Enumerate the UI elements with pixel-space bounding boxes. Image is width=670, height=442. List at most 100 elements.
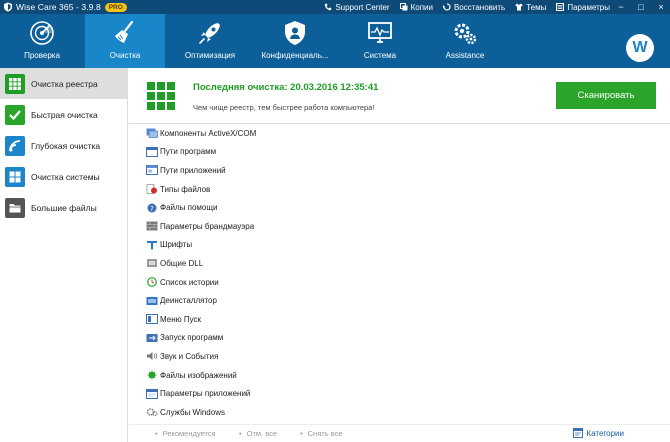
sidebar-item-label: Быстрая очистка bbox=[31, 109, 98, 120]
last-clean-text: Последняя очистка: 20.03.2016 12:35:41 bbox=[193, 82, 379, 93]
tab-privacy[interactable]: Конфиденциаль... bbox=[255, 14, 335, 68]
program-path-icon bbox=[146, 146, 158, 157]
select-none-link[interactable]: • Отм. все bbox=[239, 429, 277, 438]
recommended-link[interactable]: • Рекомендуется bbox=[155, 429, 216, 438]
start-menu-icon bbox=[146, 314, 158, 325]
list-item[interactable]: Деинсталлятор bbox=[129, 291, 670, 310]
broom-icon bbox=[115, 20, 134, 43]
dot-icon: • bbox=[300, 429, 303, 438]
copy-icon bbox=[399, 3, 408, 11]
list-item[interactable]: Общие DLL bbox=[129, 254, 670, 273]
list-item[interactable]: Параметры брандмауэра bbox=[129, 217, 670, 236]
list-item-label: Пути программ bbox=[160, 147, 217, 157]
app-path-icon bbox=[146, 165, 158, 176]
backups-link[interactable]: Копии bbox=[399, 3, 433, 12]
list-item[interactable]: Шрифты bbox=[129, 236, 670, 255]
check-icon bbox=[5, 104, 25, 125]
dll-icon bbox=[146, 258, 158, 268]
list-item-label: Файлы изображений bbox=[160, 370, 237, 380]
font-icon bbox=[146, 240, 158, 250]
tab-cleanup-label: Очистка bbox=[109, 51, 141, 60]
app-logo-icon bbox=[3, 2, 13, 12]
filetype-icon bbox=[146, 184, 158, 194]
sidebar-item-system-clean[interactable]: Очистка системы bbox=[0, 161, 127, 192]
list-item[interactable]: Запуск программ bbox=[129, 329, 670, 348]
tab-assistance[interactable]: Assistance bbox=[425, 14, 505, 68]
tab-check[interactable]: Проверка bbox=[2, 14, 82, 68]
list-item[interactable]: Пути программ bbox=[129, 143, 670, 162]
list-item[interactable]: Пути приложений bbox=[129, 161, 670, 180]
list-item-label: Файлы помощи bbox=[160, 203, 218, 213]
list-item[interactable]: Файлы изображений bbox=[129, 366, 670, 385]
maximize-button[interactable]: □ bbox=[636, 2, 646, 12]
registry-grid-icon bbox=[5, 73, 25, 94]
tab-assistance-label: Assistance bbox=[445, 51, 485, 60]
list-item-label: Шрифты bbox=[160, 240, 193, 250]
folder-icon bbox=[5, 197, 25, 218]
sidebar-item-quick-clean[interactable]: Быстрая очистка bbox=[0, 99, 127, 130]
deselect-all-label: Снять все bbox=[307, 429, 343, 438]
list-item[interactable]: Типы файлов bbox=[129, 180, 670, 199]
list-item-label: Параметры приложений bbox=[160, 389, 251, 399]
list-item-label: Звук и События bbox=[160, 351, 219, 361]
sidebar-item-deep-clean[interactable]: Глубокая очистка bbox=[0, 130, 127, 161]
activex-icon bbox=[146, 128, 158, 139]
restore-link[interactable]: Восстановить bbox=[442, 3, 505, 12]
sidebar-item-label: Очистка реестра bbox=[31, 78, 98, 89]
shirt-icon bbox=[515, 3, 523, 11]
list-item[interactable]: Службы Windows bbox=[129, 403, 670, 422]
phone-icon bbox=[325, 3, 332, 11]
categories-label: Категории bbox=[586, 428, 624, 438]
avatar[interactable]: W bbox=[626, 34, 654, 62]
sidebar-item-large-files[interactable]: Большие файлы bbox=[0, 192, 127, 223]
rocket-icon bbox=[199, 23, 220, 44]
list-item[interactable]: Звук и События bbox=[129, 347, 670, 366]
list-item-label: Компоненты ActiveX/COM bbox=[160, 128, 257, 138]
tab-cleanup[interactable]: Очистка bbox=[85, 14, 165, 68]
list-item[interactable]: ? Файлы помощи bbox=[129, 198, 670, 217]
list-item-label: Список истории bbox=[160, 277, 219, 287]
settings-label: Параметры bbox=[567, 2, 610, 12]
tab-system[interactable]: Система bbox=[340, 14, 420, 68]
list-item[interactable]: Компоненты ActiveX/COM bbox=[129, 124, 670, 143]
settings-link[interactable]: Параметры bbox=[556, 3, 610, 12]
close-button[interactable]: × bbox=[656, 2, 666, 12]
support-center-link[interactable]: Support Center bbox=[324, 3, 390, 12]
title-bar: Wise Care 365 - 3.9.8 PRO Support Center… bbox=[0, 0, 670, 14]
monitor-icon bbox=[368, 22, 392, 43]
history-icon bbox=[146, 277, 158, 287]
sidebar-item-registry-cleaner[interactable]: Очистка реестра bbox=[0, 68, 127, 99]
list-footer: • Рекомендуется • Отм. все • Снять все К… bbox=[129, 424, 670, 442]
list-item[interactable]: Список истории bbox=[129, 273, 670, 292]
sidebar: Очистка реестра Быстрая очистка Глубокая… bbox=[0, 68, 128, 442]
settings-icon bbox=[556, 3, 565, 11]
themes-link[interactable]: Темы bbox=[515, 3, 546, 12]
scan-button[interactable]: Сканировать bbox=[556, 82, 656, 109]
list-item[interactable]: Параметры приложений bbox=[129, 384, 670, 403]
list-item-label: Общие DLL bbox=[160, 258, 204, 268]
shield-icon bbox=[285, 21, 305, 45]
restore-icon bbox=[442, 3, 451, 11]
tab-optimization[interactable]: Оптимизация bbox=[170, 14, 250, 68]
app-settings-icon bbox=[146, 388, 158, 399]
tab-optimization-label: Оптимизация bbox=[184, 51, 236, 60]
services-icon bbox=[146, 407, 158, 417]
radar-icon bbox=[30, 21, 54, 45]
window-controls: − □ × bbox=[616, 0, 666, 14]
layers-icon bbox=[5, 135, 25, 156]
uninstaller-icon bbox=[146, 296, 158, 306]
categories-button[interactable]: Категории bbox=[573, 428, 624, 438]
list-item-label: Параметры брандмауэра bbox=[160, 221, 255, 231]
list-item[interactable]: Меню Пуск bbox=[129, 310, 670, 329]
deselect-all-link[interactable]: • Снять все bbox=[300, 429, 343, 438]
top-links: Support Center Копии Восстановить Темы П… bbox=[324, 0, 610, 14]
themes-label: Темы bbox=[526, 2, 547, 12]
firewall-icon bbox=[146, 221, 158, 231]
minimize-button[interactable]: − bbox=[616, 2, 626, 12]
gears-icon bbox=[454, 23, 477, 45]
list-item-label: Запуск программ bbox=[160, 333, 224, 343]
app-title: Wise Care 365 - 3.9.8 bbox=[16, 2, 101, 12]
image-file-icon bbox=[146, 370, 158, 380]
list-item-label: Типы файлов bbox=[160, 184, 211, 194]
pro-badge: PRO bbox=[104, 2, 127, 12]
